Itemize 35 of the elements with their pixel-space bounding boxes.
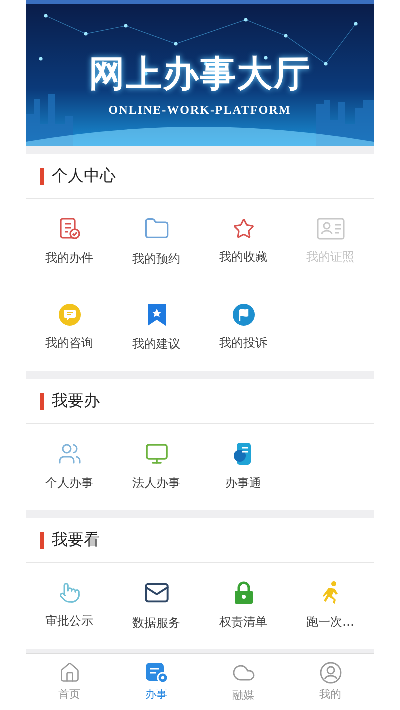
document-icon — [144, 662, 168, 684]
service-label[interactable]: 我的咨询 — [46, 335, 94, 352]
monitor-icon — [144, 442, 168, 466]
tap-icon — [58, 582, 80, 604]
service-label[interactable]: 个人办事 — [46, 475, 94, 492]
title-marker — [40, 392, 44, 410]
bookmark-icon — [146, 303, 166, 327]
title-marker — [40, 168, 44, 184]
star-icon — [232, 218, 254, 240]
service-label[interactable]: 法人办事 — [132, 475, 180, 492]
service-label[interactable]: 我的投诉 — [220, 335, 268, 352]
service-label[interactable]: 我的收藏 — [220, 249, 268, 266]
section-title: 我要看 — [52, 530, 100, 550]
user-icon — [320, 662, 342, 684]
nav-tab[interactable]: 办事 — [113, 654, 200, 710]
service-label[interactable]: 我的办件 — [46, 250, 94, 267]
banner-title: 网上办事大厅 — [89, 52, 311, 97]
home-icon — [58, 662, 80, 684]
title-marker — [40, 532, 44, 548]
service-label[interactable]: 办事通 — [226, 475, 262, 492]
document-check-icon — [58, 217, 82, 241]
lock-icon — [232, 581, 254, 605]
service-label[interactable]: 跑一次… — [306, 614, 354, 631]
service-label[interactable]: 权责清单 — [220, 614, 268, 631]
users-icon — [58, 442, 82, 466]
service-label[interactable]: 审批公示 — [46, 613, 94, 630]
section-title: 个人中心 — [52, 166, 116, 186]
banner-subtitle: ONLINE-WORK-PLATFORM — [108, 103, 292, 118]
message-icon — [58, 304, 80, 326]
id-card-icon — [316, 218, 344, 240]
service-label[interactable]: 数据服务 — [132, 615, 180, 632]
flag-icon — [232, 304, 254, 326]
service-label[interactable]: 我的建议 — [132, 336, 180, 353]
service-label[interactable]: 我的预约 — [132, 251, 180, 268]
section-title: 我要办 — [52, 390, 100, 412]
